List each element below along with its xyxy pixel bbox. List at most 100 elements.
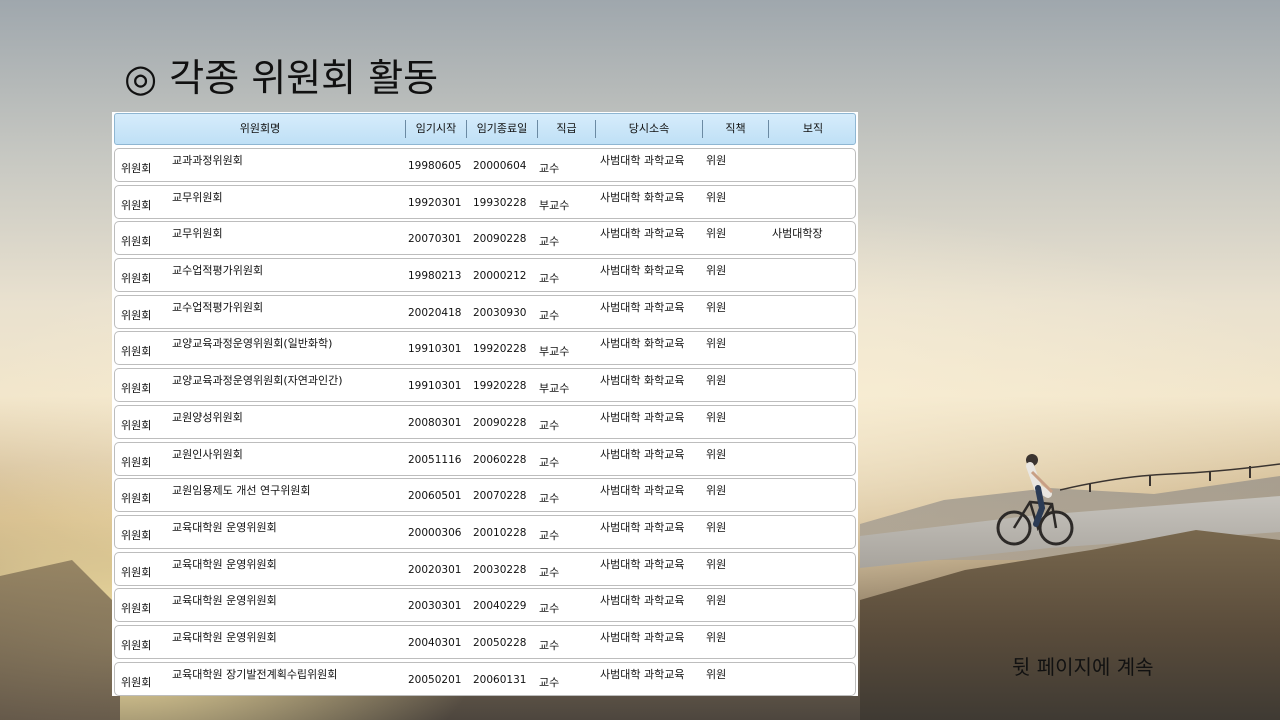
cell-term-start: 20040301 <box>408 636 462 649</box>
header-duty[interactable]: 직책 <box>703 114 768 144</box>
header-committee-name[interactable]: 위원회명 <box>115 114 405 144</box>
cell-committee-name: 교원양성위원회 <box>172 410 243 424</box>
cell-committee-name: 교양교육과정운영위원회(일반화학) <box>172 337 333 351</box>
cell-affiliation: 사범대학 화학교육 <box>600 337 685 351</box>
cell-committee-name: 교과과정위원회 <box>172 154 243 167</box>
header-rank[interactable]: 직급 <box>538 114 595 144</box>
cell-position: 사범대학장 <box>772 227 823 241</box>
cell-type: 위원회 <box>121 382 152 396</box>
cell-type: 위원회 <box>121 308 152 322</box>
table-row[interactable]: 위원회 교무위원회 19920301 19930228 부교수 사범대학 화학교… <box>114 184 856 219</box>
cell-affiliation: 사범대학 과학교육 <box>600 667 685 681</box>
cell-affiliation: 사범대학 과학교육 <box>600 520 685 534</box>
cell-term-end: 20070228 <box>473 490 527 503</box>
table-row[interactable]: 위원회 교양교육과정운영위원회(자연과인간) 19910301 19920228… <box>114 368 856 403</box>
cell-term-end: 20000212 <box>473 270 527 283</box>
cell-type: 위원회 <box>121 492 152 506</box>
cell-duty: 위원 <box>706 190 727 204</box>
table-row[interactable]: 위원회 교수업적평가위원회 20020418 20030930 교수 사범대학 … <box>114 294 856 329</box>
table-row[interactable]: 위원회 교육대학원 운영위원회 20020301 20030228 교수 사범대… <box>114 551 856 586</box>
cell-rank: 교수 <box>539 638 560 652</box>
cell-rank: 교수 <box>539 308 560 322</box>
table-body: 위원회 교과과정위원회 19980605 20000604 교수 사범대학 과학… <box>114 148 856 696</box>
cell-term-end: 20090228 <box>473 233 527 246</box>
cell-affiliation: 사범대학 과학교육 <box>600 154 685 167</box>
cell-term-start: 20020301 <box>408 563 462 576</box>
table-row[interactable]: 위원회 교육대학원 운영위원회 20000306 20010228 교수 사범대… <box>114 514 856 549</box>
cell-term-end: 20050228 <box>473 636 527 649</box>
table-row[interactable]: 위원회 교육대학원 운영위원회 20030301 20040229 교수 사범대… <box>114 588 856 623</box>
cell-term-start: 20000306 <box>408 526 462 539</box>
table-row[interactable]: 위원회 교육대학원 장기발전계획수립위원회 20050201 20060131 … <box>114 661 856 696</box>
cell-duty: 위원 <box>706 374 727 388</box>
cell-term-end: 20060131 <box>473 673 527 686</box>
cell-affiliation: 사범대학 과학교육 <box>600 447 685 461</box>
cell-term-end: 20040229 <box>473 600 527 613</box>
header-term-end[interactable]: 임기종료일 <box>467 114 537 144</box>
cell-rank: 교수 <box>539 565 560 579</box>
cell-rank: 부교수 <box>539 198 570 212</box>
cell-type: 위원회 <box>121 198 152 212</box>
cell-affiliation: 사범대학 화학교육 <box>600 264 685 278</box>
cell-rank: 교수 <box>539 528 560 542</box>
cell-term-end: 20030930 <box>473 306 527 319</box>
cell-committee-name: 교육대학원 운영위원회 <box>172 630 277 644</box>
cell-committee-name: 교무위원회 <box>172 227 223 241</box>
cell-rank: 부교수 <box>539 382 570 396</box>
cyclist-illustration <box>996 454 1074 546</box>
cell-duty: 위원 <box>706 154 727 167</box>
cell-committee-name: 교양교육과정운영위원회(자연과인간) <box>172 374 343 388</box>
cell-term-start: 20080301 <box>408 416 462 429</box>
cell-rank: 교수 <box>539 602 560 616</box>
cell-affiliation: 사범대학 과학교육 <box>600 630 685 644</box>
cell-term-end: 19920228 <box>473 343 527 356</box>
cell-type: 위원회 <box>121 162 152 175</box>
cell-affiliation: 사범대학 과학교육 <box>600 300 685 314</box>
cell-type: 위원회 <box>121 602 152 616</box>
cell-duty: 위원 <box>706 300 727 314</box>
cell-rank: 교수 <box>539 418 560 432</box>
cell-type: 위원회 <box>121 272 152 286</box>
table-row[interactable]: 위원회 교원양성위원회 20080301 20090228 교수 사범대학 과학… <box>114 404 856 439</box>
cell-rank: 교수 <box>539 235 560 249</box>
header-affiliation[interactable]: 당시소속 <box>596 114 702 144</box>
cell-term-end: 20010228 <box>473 526 527 539</box>
cell-affiliation: 사범대학 과학교육 <box>600 484 685 498</box>
cell-rank: 부교수 <box>539 345 570 359</box>
cell-affiliation: 사범대학 화학교육 <box>600 190 685 204</box>
table-row[interactable]: 위원회 교양교육과정운영위원회(일반화학) 19910301 19920228 … <box>114 331 856 366</box>
cell-term-start: 20051116 <box>408 453 462 466</box>
header-position[interactable]: 보직 <box>769 114 857 144</box>
table-row[interactable]: 위원회 교원임용제도 개선 연구위원회 20060501 20070228 교수… <box>114 478 856 513</box>
table-row[interactable]: 위원회 교육대학원 운영위원회 20040301 20050228 교수 사범대… <box>114 624 856 659</box>
table-row[interactable]: 위원회 교무위원회 20070301 20090228 교수 사범대학 과학교육… <box>114 221 856 256</box>
cell-affiliation: 사범대학 과학교육 <box>600 227 685 241</box>
cell-committee-name: 교육대학원 운영위원회 <box>172 557 277 571</box>
cell-type: 위원회 <box>121 345 152 359</box>
cell-affiliation: 사범대학 과학교육 <box>600 594 685 608</box>
committee-table: 위원회명 임기시작 임기종료일 직급 당시소속 직책 보직 위원회 교과과정위원… <box>112 112 858 696</box>
background-fence <box>1060 463 1280 492</box>
table-row[interactable]: 위원회 교원인사위원회 20051116 20060228 교수 사범대학 과학… <box>114 441 856 476</box>
header-term-start[interactable]: 임기시작 <box>406 114 466 144</box>
cell-rank: 교수 <box>539 162 560 175</box>
cell-committee-name: 교수업적평가위원회 <box>172 264 264 278</box>
cell-term-end: 20030228 <box>473 563 527 576</box>
cell-duty: 위원 <box>706 410 727 424</box>
cell-committee-name: 교육대학원 장기발전계획수립위원회 <box>172 667 338 681</box>
continue-note: 뒷 페이지에 계속 <box>1012 655 1154 679</box>
cell-duty: 위원 <box>706 447 727 461</box>
table-row[interactable]: 위원회 교수업적평가위원회 19980213 20000212 교수 사범대학 … <box>114 258 856 293</box>
cell-duty: 위원 <box>706 227 727 241</box>
cell-committee-name: 교무위원회 <box>172 190 223 204</box>
table-header: 위원회명 임기시작 임기종료일 직급 당시소속 직책 보직 <box>114 113 856 145</box>
cell-term-start: 20030301 <box>408 600 462 613</box>
cell-type: 위원회 <box>121 455 152 469</box>
cell-term-start: 19980213 <box>408 270 462 283</box>
cell-duty: 위원 <box>706 557 727 571</box>
cell-affiliation: 사범대학 과학교육 <box>600 557 685 571</box>
cell-committee-name: 교육대학원 운영위원회 <box>172 594 277 608</box>
cell-term-start: 19910301 <box>408 343 462 356</box>
cell-committee-name: 교육대학원 운영위원회 <box>172 520 277 534</box>
table-row[interactable]: 위원회 교과과정위원회 19980605 20000604 교수 사범대학 과학… <box>114 148 856 182</box>
